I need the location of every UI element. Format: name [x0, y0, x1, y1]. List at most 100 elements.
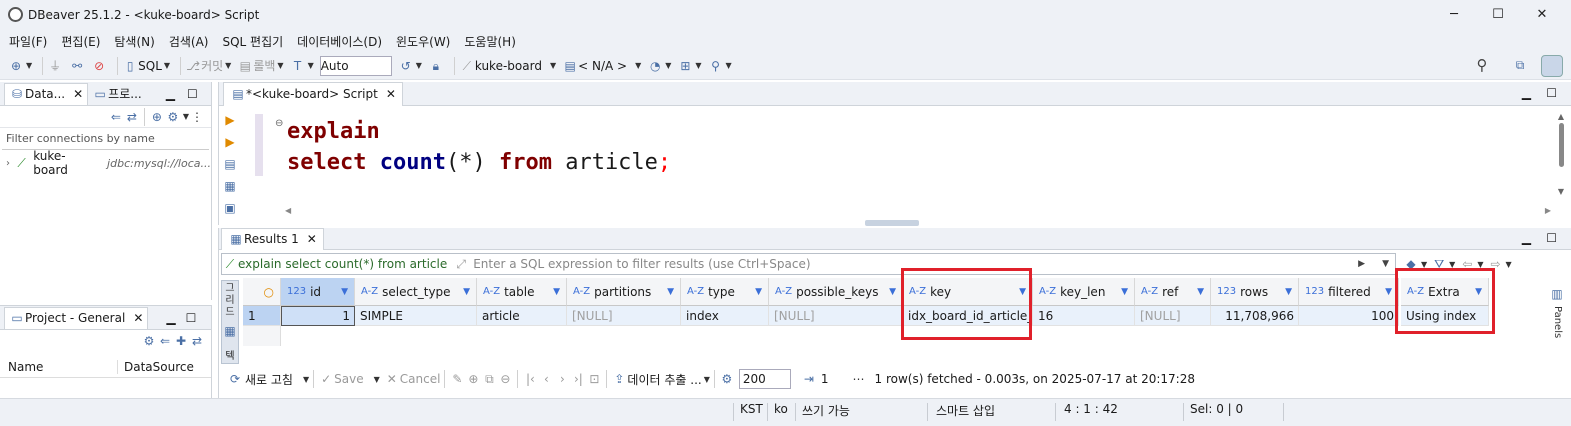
- column-header-ref[interactable]: A-Z ref ▼: [1135, 278, 1211, 306]
- menu-navigate[interactable]: 탐색(N): [114, 33, 154, 50]
- last-page-icon[interactable]: ›|: [570, 371, 586, 387]
- find-button[interactable]: ⚲ ▼: [708, 58, 732, 74]
- menu-window[interactable]: 윈도우(W): [396, 33, 450, 50]
- sort-icon[interactable]: ▼: [1121, 287, 1128, 297]
- rollback-button[interactable]: ▤ 롤백 ▼: [237, 57, 284, 74]
- minimize-results-icon[interactable]: ▁: [1522, 231, 1531, 245]
- close-icon[interactable]: ✕: [133, 311, 143, 325]
- column-header-type[interactable]: A-Z type ▼: [681, 278, 769, 306]
- column-header-possible-keys[interactable]: A-Z possible_keys ▼: [769, 278, 903, 306]
- delete-row-icon[interactable]: ⊖: [497, 371, 513, 387]
- cancel-button[interactable]: Cancel: [400, 372, 441, 386]
- connect-button[interactable]: ⏚: [47, 58, 63, 74]
- maximize-panel-icon[interactable]: ☐: [186, 311, 197, 325]
- cell-key-len[interactable]: 16: [1033, 306, 1135, 326]
- cell-partitions[interactable]: [NULL]: [567, 306, 681, 326]
- sql-code[interactable]: explain select count(*) from article;: [287, 116, 671, 178]
- add-row-icon[interactable]: ⊕: [465, 371, 481, 387]
- cell-filtered[interactable]: 100: [1299, 306, 1399, 326]
- menu-file[interactable]: 파일(F): [9, 33, 47, 50]
- explain-plan-icon[interactable]: ▦: [222, 178, 238, 194]
- apply-filter-icon[interactable]: ▶: [1358, 259, 1365, 269]
- close-button[interactable]: ✕: [1520, 4, 1564, 26]
- dashboard-button[interactable]: ◔ ▼: [647, 58, 671, 74]
- column-name-header[interactable]: Name: [0, 359, 118, 374]
- row-count-icon[interactable]: ⇥: [801, 371, 817, 387]
- menu-search[interactable]: 검색(A): [169, 33, 209, 50]
- settings-icon[interactable]: ⚙: [141, 333, 157, 349]
- sort-icon[interactable]: ▼: [1285, 287, 1292, 297]
- column-header-table[interactable]: A-Z table ▼: [477, 278, 567, 306]
- more-icon[interactable]: ⋯: [853, 372, 865, 386]
- connection-filter-input[interactable]: Filter connections by name: [2, 132, 209, 150]
- text-view-button[interactable]: 텍: [222, 347, 238, 362]
- fetch-size-input[interactable]: 200: [738, 369, 791, 389]
- erd-button[interactable]: ⊞ ▼: [677, 58, 701, 74]
- cell-select-type[interactable]: SIMPLE: [355, 306, 477, 326]
- column-header-filtered[interactable]: 123 filtered ▼: [1299, 278, 1399, 306]
- first-page-icon[interactable]: |‹: [522, 371, 538, 387]
- cell-possible-keys[interactable]: [NULL]: [769, 306, 903, 326]
- sort-icon[interactable]: ▼: [341, 287, 348, 297]
- minimize-panel-icon[interactable]: ▁: [166, 311, 175, 325]
- transaction-mode-button[interactable]: T ▼: [290, 58, 314, 74]
- minimize-button[interactable]: ─: [1432, 4, 1476, 26]
- close-icon[interactable]: ✕: [73, 87, 83, 101]
- vertical-scrollbar[interactable]: ▲ ▼: [1555, 112, 1567, 202]
- minimize-panel-icon[interactable]: ▁: [166, 87, 175, 101]
- chevron-right-icon[interactable]: ›: [6, 158, 10, 169]
- search-icon[interactable]: ⚲: [1474, 57, 1490, 73]
- collapse-all-icon[interactable]: ⇐: [108, 109, 124, 125]
- menu-database[interactable]: 데이터베이스(D): [297, 33, 382, 50]
- collapse-all-icon[interactable]: ⇐: [157, 333, 173, 349]
- tab-project-general[interactable]: ▭ Project - General ✕: [4, 306, 149, 329]
- settings-icon[interactable]: ⚙: [165, 109, 181, 125]
- close-icon[interactable]: ✕: [386, 87, 396, 101]
- column-header-id[interactable]: 123 id ▼: [281, 278, 355, 306]
- sort-icon[interactable]: ▼: [463, 287, 470, 297]
- cell-id[interactable]: 1: [281, 306, 355, 326]
- column-header-partitions[interactable]: A-Z partitions ▼: [567, 278, 681, 306]
- commit-button[interactable]: ⎇ 커밋 ▼: [185, 57, 231, 74]
- new-connection-button[interactable]: ⊕ ▼: [8, 58, 32, 74]
- edit-cell-icon[interactable]: ✎: [449, 371, 465, 387]
- fold-icon[interactable]: ⊖: [275, 118, 283, 129]
- write-mode-status[interactable]: 쓰기 가능: [802, 402, 850, 419]
- tree-item-kuke-board[interactable]: › ⟋ kuke-board jdbc:mysql://loca...: [0, 149, 211, 177]
- minimize-editor-icon[interactable]: ▁: [1522, 86, 1531, 100]
- new-connection-icon[interactable]: ⊕: [149, 109, 165, 125]
- dbeaver-perspective-icon[interactable]: [1541, 55, 1563, 77]
- tab-projects[interactable]: ▭ 프로...: [88, 83, 146, 105]
- sort-icon[interactable]: ▼: [667, 287, 674, 297]
- sort-icon[interactable]: ▼: [889, 287, 896, 297]
- tab-database-navigator[interactable]: ⛁ Data... ✕: [4, 82, 89, 105]
- expand-icon[interactable]: ⤢: [453, 256, 469, 272]
- link-icon[interactable]: ⇄: [189, 333, 205, 349]
- menu-sql-editor[interactable]: SQL 편집기: [222, 33, 283, 50]
- cell-ref[interactable]: [NULL]: [1135, 306, 1211, 326]
- scrollbar-thumb[interactable]: [1558, 123, 1564, 167]
- sql-editor-button[interactable]: ▯ SQL ▼: [122, 58, 170, 74]
- menu-edit[interactable]: 편집(E): [61, 33, 100, 50]
- refresh-icon[interactable]: ⟳: [227, 371, 243, 387]
- grid-view-button[interactable]: 그리드: [222, 281, 238, 319]
- execute-statement-icon[interactable]: ▶: [222, 112, 238, 128]
- grid-icon[interactable]: ▦: [222, 323, 238, 339]
- view-menu-icon[interactable]: ⋮: [189, 109, 205, 125]
- column-datasource-header[interactable]: DataSource: [118, 360, 194, 374]
- lock-button[interactable]: 🔒︎: [428, 58, 444, 74]
- column-header-rows[interactable]: 123 rows ▼: [1211, 278, 1299, 306]
- link-editor-icon[interactable]: ⇄: [124, 109, 140, 125]
- splitter-handle[interactable]: [865, 220, 919, 226]
- add-icon[interactable]: ✚: [173, 333, 189, 349]
- save-button[interactable]: Save: [334, 372, 363, 386]
- sort-icon[interactable]: ▼: [1197, 287, 1204, 297]
- column-header-key-len[interactable]: A-Z key_len ▼: [1033, 278, 1135, 306]
- panels-toggle[interactable]: ▥Panels: [1545, 286, 1565, 338]
- row-number-header[interactable]: ○: [243, 278, 281, 306]
- menu-help[interactable]: 도움말(H): [464, 33, 516, 50]
- fetch-all-icon[interactable]: ⊡: [586, 371, 602, 387]
- execute-script-icon[interactable]: ▤: [222, 156, 238, 172]
- filter-input[interactable]: Enter a SQL expression to filter results…: [473, 257, 810, 271]
- copy-row-icon[interactable]: ⧉: [481, 371, 497, 387]
